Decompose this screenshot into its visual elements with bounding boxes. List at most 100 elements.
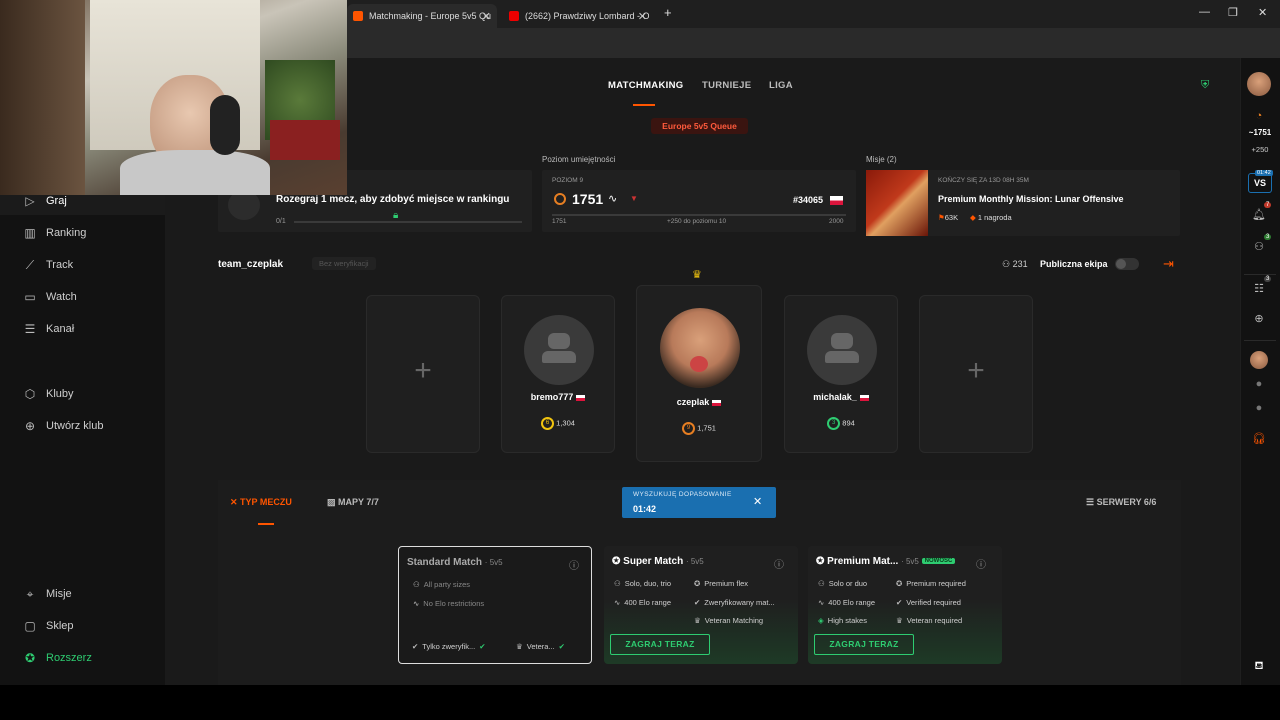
- skill-card[interactable]: POZIOM 9 1751 ∿ ▼ #34065 1751 +250 do po…: [542, 170, 856, 232]
- match-vs-button[interactable]: VS: [1248, 173, 1272, 193]
- sidebar-item-track[interactable]: ⟋ Track: [0, 251, 165, 279]
- minimize-button[interactable]: —: [1199, 6, 1210, 18]
- mode-card-premium[interactable]: ✪ Premium Mat... · 5v5 NOWOŚĆ ⓘ ⚇ Solo or…: [808, 546, 1002, 664]
- info-icon[interactable]: ⓘ: [976, 556, 986, 571]
- sidebar-item-rozszerz[interactable]: ✪ Rozszerz: [0, 644, 165, 672]
- mode-card-super[interactable]: ✪ Super Match · 5v5 ⓘ ⚇ Solo, duo, trio ✪…: [604, 546, 798, 664]
- sidebar-item-label: Kluby: [46, 388, 74, 400]
- sidebar-item-kluby[interactable]: ⬡ Kluby: [0, 380, 165, 408]
- tab-liga[interactable]: LIGA: [769, 80, 793, 91]
- trend-line-icon: ∿: [608, 193, 618, 205]
- mission-reward-value: 1 nagroda: [977, 213, 1012, 222]
- tab-match-type-label: TYP MECZU: [240, 497, 292, 507]
- mode-title-text: Super Match: [623, 556, 684, 567]
- mission-count: ⚑63K: [938, 213, 958, 222]
- close-tab-icon[interactable]: ✕: [482, 10, 491, 23]
- tongue-icon: [690, 356, 708, 372]
- sidebar-item-ranking[interactable]: ▥ Ranking: [0, 219, 165, 247]
- tag-veteran[interactable]: ♛ Vetera... ✔: [516, 642, 565, 651]
- maximize-button[interactable]: ❐: [1228, 6, 1238, 19]
- player-name-text: michalak_: [813, 392, 857, 402]
- feature-text: 400 Elo range: [828, 598, 875, 607]
- crown-icon: ♛: [896, 616, 903, 625]
- mission-card[interactable]: KOŃCZY SIĘ ZA 13D 08H 35M Premium Monthl…: [866, 170, 1180, 236]
- divider: [1244, 274, 1276, 275]
- level-badge: 9: [682, 422, 696, 435]
- friend-avatar[interactable]: [1250, 351, 1268, 369]
- tab-title: Matchmaking - Europe 5v5 Qu: [369, 11, 492, 21]
- mode-title-text: Premium Mat...: [827, 556, 899, 567]
- verified-icon: ✔: [694, 598, 701, 607]
- faceit-logo-icon[interactable]: ⛾: [1250, 660, 1268, 678]
- level-gauge-icon: ◔: [1255, 110, 1263, 122]
- user-placeholder-icon[interactable]: ●: [1250, 402, 1268, 420]
- sidebar-elo: ~1751: [1248, 128, 1272, 137]
- mode-card-standard[interactable]: Standard Match · 5v5 ⓘ ⚇ All party sizes …: [398, 546, 592, 664]
- empty-slot[interactable]: +: [919, 295, 1033, 453]
- close-window-button[interactable]: ✕: [1258, 6, 1267, 19]
- feature-text: Solo or duo: [828, 579, 868, 588]
- add-circle-icon[interactable]: ⊕: [1250, 312, 1268, 330]
- browser-tab-youtube[interactable]: (2662) Prawdziwy Lombard - O ✕: [503, 4, 653, 28]
- missions-heading: Misje (2): [866, 155, 897, 164]
- verified-icon: ✪: [612, 556, 624, 567]
- sidebar-item-watch[interactable]: ▭ Watch: [0, 283, 165, 311]
- person-body: [120, 150, 270, 195]
- tab-servers[interactable]: ☰ SERWERY 6/6: [1086, 497, 1156, 508]
- feature-text: Solo, duo, trio: [624, 579, 672, 588]
- verified-icon: ✔: [412, 642, 419, 651]
- feature-text: All party sizes: [423, 580, 470, 589]
- mode-sub-text: 5v5: [690, 557, 704, 566]
- check-icon: ✔: [479, 642, 486, 651]
- tab-match-type[interactable]: ✕ TYP MECZU: [230, 497, 292, 508]
- feed-icon: ☰: [24, 322, 36, 336]
- shield-icon[interactable]: ⛨: [1201, 79, 1213, 91]
- sidebar-item-utworz-klub[interactable]: ⊕ Utwórz klub: [0, 412, 165, 440]
- sidebar-timer: 01:42: [1255, 170, 1273, 176]
- tab-turnieje[interactable]: TURNIEJE: [702, 80, 751, 91]
- sidebar-item-misje[interactable]: ⌖ Misje: [0, 580, 165, 608]
- play-now-button[interactable]: ZAGRAJ TERAZ: [610, 634, 710, 655]
- friends-icon[interactable]: ⚇: [1250, 240, 1268, 258]
- visibility-toggle[interactable]: [1115, 258, 1139, 270]
- tab-maps[interactable]: ▨ MAPY 7/7: [327, 497, 379, 508]
- player-name: michalak_: [785, 392, 897, 402]
- active-tab-indicator: [633, 104, 655, 106]
- tag-verified[interactable]: ✔ Tylko zweryfik... ✔: [412, 642, 486, 651]
- new-tab-button[interactable]: +: [664, 5, 672, 20]
- player-card-bremo777[interactable]: bremo777 6 1,304: [501, 295, 615, 453]
- sidebar-item-kanal[interactable]: ☰ Kanał: [0, 315, 165, 343]
- feature: ∿ No Elo restrictions: [413, 599, 484, 608]
- feature: ∿ 400 Elo range: [614, 598, 671, 607]
- info-icon[interactable]: ⓘ: [774, 556, 784, 571]
- play-now-button[interactable]: ZAGRAJ TERAZ: [814, 634, 914, 655]
- poland-flag-icon: [859, 394, 869, 401]
- browser-tab-matchmaking[interactable]: Matchmaking - Europe 5v5 Qu ✕: [347, 4, 497, 28]
- leave-team-icon[interactable]: ⇥: [1163, 256, 1174, 272]
- player-card-czeplak[interactable]: ♛ czeplak 9 1,751: [636, 269, 762, 462]
- player-name-text: czeplak: [676, 397, 710, 407]
- queue-badge[interactable]: Europe 5v5 Queue: [651, 118, 748, 134]
- feature-text: No Elo restrictions: [423, 599, 485, 608]
- info-icon[interactable]: ⓘ: [569, 557, 579, 572]
- feature-text: High stakes: [827, 616, 867, 625]
- player-card-michalak[interactable]: michalak_ 3 894: [784, 295, 898, 453]
- headset-icon[interactable]: 🎧︎: [1250, 432, 1268, 450]
- sidebar-item-sklep[interactable]: ▢ Sklep: [0, 612, 165, 640]
- feature-text: 400 Elo range: [624, 598, 671, 607]
- feature-text: Premium flex: [704, 579, 749, 588]
- empty-slot[interactable]: +: [366, 295, 480, 453]
- users-icon: ⚇: [614, 579, 621, 588]
- poland-flag-icon: [830, 196, 843, 205]
- party-list-icon[interactable]: ☷: [1250, 282, 1268, 300]
- tab-matchmaking[interactable]: MATCHMAKING: [608, 80, 683, 91]
- clubs-icon: ⬡: [24, 387, 36, 401]
- feature-text: Premium required: [906, 579, 966, 588]
- matchmaking-status: WYSZUKUJĘ DOPASOWANIE 01:42 ✕: [622, 487, 776, 518]
- user-placeholder-icon[interactable]: ●: [1250, 378, 1268, 396]
- bell-icon[interactable]: 🔔︎: [1250, 208, 1268, 226]
- tab-title: (2662) Prawdziwy Lombard - O: [525, 11, 650, 21]
- user-avatar[interactable]: [1247, 72, 1271, 96]
- close-tab-icon[interactable]: ✕: [638, 10, 647, 23]
- cancel-search-button[interactable]: ✕: [753, 495, 762, 508]
